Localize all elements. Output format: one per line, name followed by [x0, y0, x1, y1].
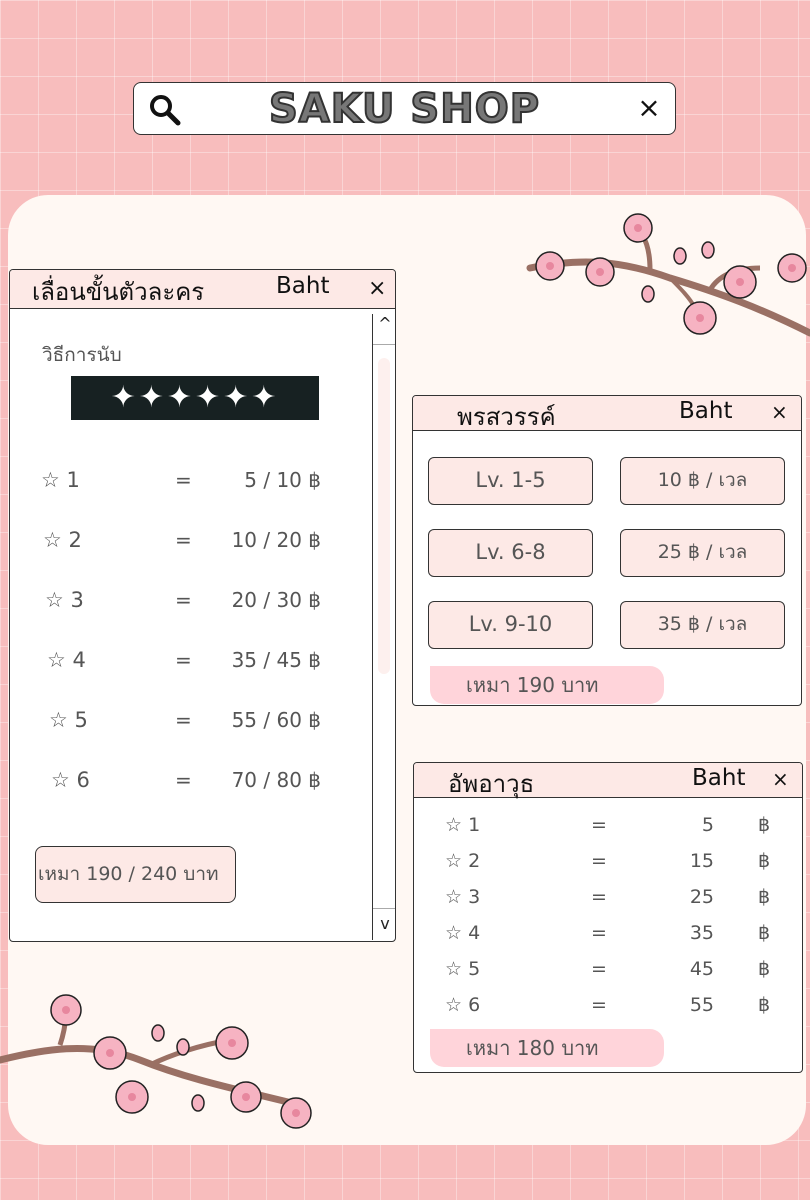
price-box: 35 ฿ / เวล [620, 601, 785, 649]
search-icon[interactable] [148, 93, 182, 127]
bundle-price-badge: เหมา 190 บาท [430, 666, 664, 704]
character-leveling-panel: เลื่อนขั้นตัวละคร Baht × ^ v วิธีการนับ … [9, 269, 396, 942]
price: 10 / 20 ฿ [231, 528, 321, 552]
level-range-box: Lv. 6-8 [428, 529, 593, 577]
currency-symbol: ฿ [758, 814, 771, 836]
currency-symbol: ฿ [758, 994, 771, 1016]
panel-title: อัพอาวุธ [448, 770, 535, 798]
price: 15 [689, 850, 714, 872]
price: 55 [689, 994, 714, 1016]
shop-title: SAKU SHOP [268, 85, 541, 133]
currency-symbol: ฿ [758, 958, 771, 980]
star-level: ☆ 5 [49, 708, 88, 732]
equals-sign: = [175, 588, 192, 612]
close-icon[interactable]: × [633, 92, 665, 124]
search-bar[interactable]: SAKU SHOP × [133, 82, 676, 135]
equals-sign: = [175, 768, 192, 792]
equals-sign: = [591, 994, 607, 1016]
price-box: 10 ฿ / เวล [620, 457, 785, 505]
price: 5 / 10 ฿ [244, 468, 321, 492]
star-level: ☆ 3 [445, 886, 481, 908]
equals-sign: = [175, 528, 192, 552]
panel-title: พรสวรรค์ [457, 403, 556, 431]
currency-symbol: ฿ [758, 886, 771, 908]
bundle-price-badge: เหมา 180 บาท [430, 1029, 664, 1067]
equals-sign: = [175, 468, 192, 492]
price: 45 [689, 958, 714, 980]
star-level: ☆ 4 [445, 922, 481, 944]
star-level: ☆ 6 [51, 768, 90, 792]
bundle-price-button[interactable]: เหมา 190 / 240 บาท [35, 846, 236, 903]
panel-header: พรสวรรค์ Baht × [413, 396, 801, 431]
price: 5 [701, 814, 714, 836]
stars-display: ✦✦✦✦✦✦ [71, 376, 319, 420]
cherry-blossom-branch-bottom-icon [0, 994, 312, 1129]
panel-title: เลื่อนขั้นตัวละคร [32, 278, 205, 306]
currency-label: Baht [276, 273, 330, 299]
scroll-divider [373, 344, 395, 345]
cherry-blossom-branch-top-icon [526, 213, 810, 337]
equals-sign: = [175, 648, 192, 672]
star-level: ☆ 1 [41, 468, 80, 492]
equals-sign: = [591, 850, 607, 872]
level-range-box: Lv. 9-10 [428, 601, 593, 649]
equals-sign: = [591, 814, 607, 836]
scroll-up-icon[interactable]: ^ [377, 314, 393, 342]
star-level: ☆ 2 [43, 528, 82, 552]
close-button[interactable]: × [771, 400, 788, 424]
price: 70 / 80 ฿ [231, 768, 321, 792]
star-level: ☆ 4 [47, 648, 86, 672]
close-button[interactable]: × [772, 767, 789, 791]
currency-label: Baht [679, 398, 733, 424]
price: 35 [689, 922, 714, 944]
equals-sign: = [591, 922, 607, 944]
equals-sign: = [591, 886, 607, 908]
price: 25 [689, 886, 714, 908]
panel-header: เลื่อนขั้นตัวละคร Baht × [10, 270, 395, 309]
price: 20 / 30 ฿ [231, 588, 321, 612]
price: 55 / 60 ฿ [231, 708, 321, 732]
currency-label: Baht [692, 765, 746, 791]
method-label: วิธีการนับ [42, 344, 122, 366]
star-level: ☆ 5 [445, 958, 481, 980]
equals-sign: = [175, 708, 192, 732]
weapon-upgrade-panel: อัพอาวุธ Baht × ☆ 1 = 5 ฿ ☆ 2 = 15 ฿ ☆ 3… [413, 762, 803, 1073]
close-button[interactable]: × [368, 276, 386, 301]
star-level: ☆ 6 [445, 994, 481, 1016]
star-level: ☆ 2 [445, 850, 481, 872]
currency-symbol: ฿ [758, 850, 771, 872]
panel-header: อัพอาวุธ Baht × [414, 763, 802, 798]
scroll-divider [373, 908, 395, 909]
level-range-box: Lv. 1-5 [428, 457, 593, 505]
scrollbar[interactable]: ^ v [372, 314, 395, 940]
price-box: 25 ฿ / เวล [620, 529, 785, 577]
currency-symbol: ฿ [758, 922, 771, 944]
talent-panel: พรสวรรค์ Baht × Lv. 1-5 10 ฿ / เวล Lv. 6… [412, 395, 802, 706]
scroll-down-icon[interactable]: v [377, 914, 393, 936]
price: 35 / 45 ฿ [231, 648, 321, 672]
star-level: ☆ 3 [45, 588, 84, 612]
star-level: ☆ 1 [445, 814, 481, 836]
equals-sign: = [591, 958, 607, 980]
scroll-thumb[interactable] [378, 358, 390, 674]
